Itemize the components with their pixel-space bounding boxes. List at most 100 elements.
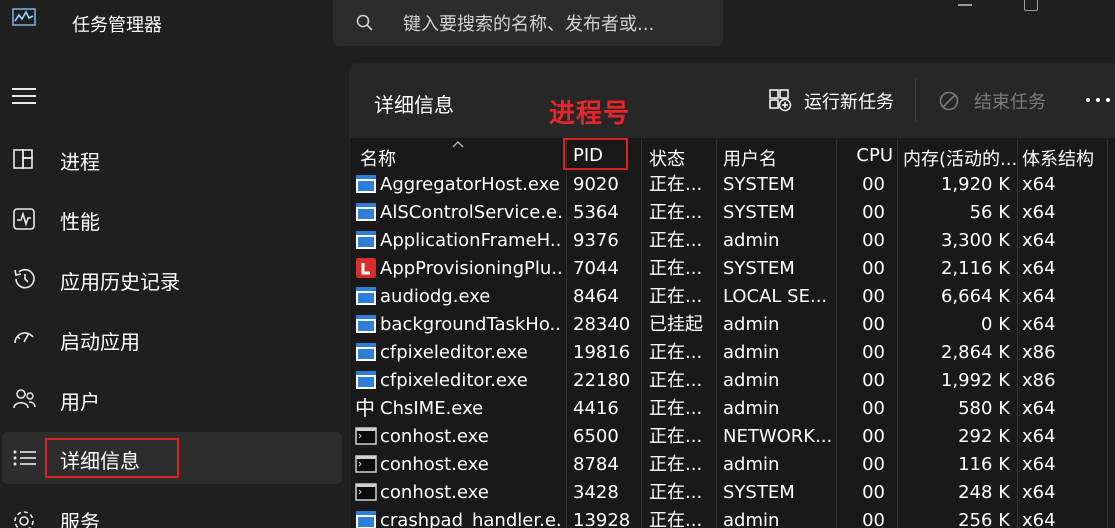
sidebar-item-services[interactable]: 服务 [0,493,342,528]
table-row[interactable]: ApplicationFrameH... 9376 正在... admin 00 3,30… [350,228,1115,256]
sidebar-item-performance[interactable]: 性能 [0,193,342,245]
table-row[interactable]: backgroundTaskHo... 28340 已挂起 admin 00 0 K x64 [350,312,1115,340]
more-options-icon[interactable] [1084,98,1114,106]
process-cpu: 00 [862,258,885,279]
table-row[interactable]: audiodg.exe 8464 正在... LOCAL SE... 00 6,664 K… [350,284,1115,312]
process-name: backgroundTaskHo... [380,314,562,335]
startup-gauge-icon [14,332,34,344]
sidebar-item-label: 进程 [60,150,100,174]
column-header-cpu[interactable]: CPU [855,145,893,166]
sidebar-item-label: 服务 [60,510,100,528]
column-header-username[interactable]: 用户名 [723,145,833,171]
process-architecture: x64 [1022,314,1056,335]
maximize-icon[interactable] [1024,0,1038,11]
process-architecture: x64 [1022,398,1056,419]
process-architecture: x64 [1022,426,1056,447]
process-status: 正在... [649,482,703,503]
process-pid: 28340 [573,314,631,335]
search-icon [356,14,373,31]
table-row[interactable]: conhost.exe 3428 正在... SYSTEM 00 248 K x64 [350,480,1115,508]
process-status: 正在... [649,342,703,363]
table-row[interactable]: 中 ChsIME.exe 4416 正在... admin 00 580 K x64 [350,396,1115,424]
window-app-icon [355,342,377,362]
column-header-name[interactable]: 名称 [360,145,560,171]
process-status: 正在... [649,370,703,391]
end-task-icon [939,91,959,111]
search-input[interactable]: 键入要搜索的名称、发布者或... [403,10,654,36]
process-pid: 6500 [573,426,619,447]
table-row[interactable]: cfpixeleditor.exe 22180 正在... admin 00 1,992 … [350,368,1115,396]
process-cpu: 00 [862,454,885,475]
process-memory: 292 K [958,426,1010,447]
window-app-icon [355,370,377,390]
process-memory: 1,992 K [940,370,1010,391]
process-architecture: x64 [1022,202,1056,223]
process-memory: 116 K [958,454,1010,475]
hamburger-menu-icon[interactable] [12,86,36,106]
window-app-icon [355,202,377,222]
table-row[interactable]: cfpixeleditor.exe 19816 正在... admin 00 2,864 … [350,340,1115,368]
process-memory: 2,116 K [940,258,1010,279]
process-pid: 9020 [573,174,619,195]
process-username: admin [723,454,780,475]
process-memory: 256 K [958,510,1010,528]
process-username: admin [723,314,780,335]
services-gear-icon [14,511,34,528]
process-status: 正在... [649,426,703,447]
table-row[interactable]: AppProvisioningPlu... 7044 正在... SYSTEM 00 2,… [350,256,1115,284]
process-name: audiodg.exe [380,286,491,307]
sidebar-item-processes[interactable]: 进程 [0,133,342,185]
sidebar-item-users[interactable]: 用户 [0,373,342,425]
details-list-icon [13,450,36,466]
pid-highlight-box [563,138,628,170]
process-name: AppProvisioningPlu... [380,258,562,279]
process-status: 正在... [649,174,703,195]
process-username: SYSTEM [723,202,795,223]
users-icon [13,389,36,409]
chinese-ime-icon: 中 [355,396,375,420]
minimize-icon[interactable] [958,4,972,6]
pid-annotation-label: 进程号 [549,99,631,129]
process-cpu: 00 [862,174,885,195]
sidebar-item-label: 用户 [60,390,100,414]
process-pid: 3428 [573,482,619,503]
table-row[interactable]: AlSControlService.e... 5364 正在... SYSTEM 00 5… [350,200,1115,228]
run-new-task-button[interactable]: 运行新任务 [768,86,898,116]
performance-pulse-icon [13,208,35,230]
table-row[interactable]: AggregatorHost.exe 9020 正在... SYSTEM 00 1,920… [350,172,1115,200]
console-icon [355,426,377,446]
process-architecture: x64 [1022,230,1056,251]
process-memory: 6,664 K [940,286,1010,307]
process-architecture: x64 [1022,454,1056,475]
process-cpu: 00 [862,370,885,391]
column-header-memory[interactable]: 内存(活动的... [903,145,1017,171]
process-username: SYSTEM [723,258,795,279]
column-header-status[interactable]: 状态 [649,145,713,171]
process-status: 正在... [649,398,703,419]
process-username: SYSTEM [723,482,795,503]
process-cpu: 00 [862,398,885,419]
process-architecture: x64 [1022,482,1056,503]
process-pid: 8464 [573,286,619,307]
column-header-architecture[interactable]: 体系结构 [1022,145,1112,171]
page-title: 详细信息 [374,93,454,117]
window-app-icon [355,230,377,250]
process-memory: 1,920 K [940,174,1010,195]
table-row[interactable]: conhost.exe 6500 正在... NETWORK... 00 292 K x64 [350,424,1115,452]
process-username: NETWORK... [723,426,833,447]
table-row[interactable]: conhost.exe 8784 正在... admin 00 116 K x64 [350,452,1115,480]
process-name: conhost.exe [380,454,489,475]
process-name: conhost.exe [380,426,489,447]
history-clock-icon [14,268,35,289]
process-username: SYSTEM [723,174,795,195]
sidebar-item-startup-apps[interactable]: 启动应用 [0,313,342,365]
table-row[interactable]: crashpad_handler.e... 13928 正在... admin 00 25… [350,508,1115,528]
process-status: 正在... [649,286,703,307]
sidebar-item-app-history[interactable]: 应用历史记录 [0,253,342,305]
search-box[interactable]: 键入要搜索的名称、发布者或... [333,0,723,46]
end-task-button[interactable]: 结束任务 [938,86,1048,116]
process-pid: 5364 [573,202,619,223]
details-highlight-box [45,438,179,478]
process-architecture: x64 [1022,510,1056,528]
sidebar-item-label: 启动应用 [60,330,140,354]
